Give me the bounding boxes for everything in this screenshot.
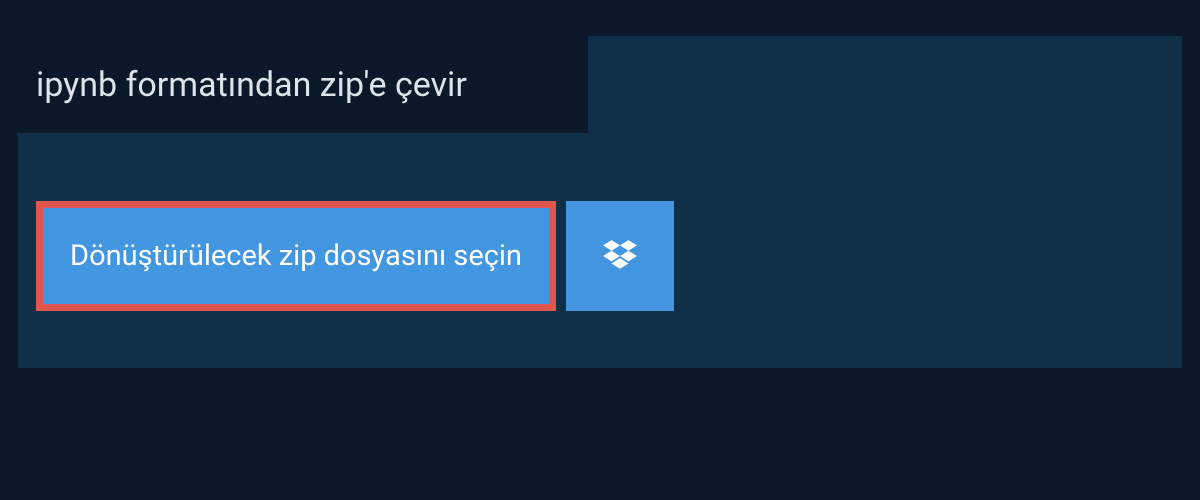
dropbox-icon (603, 240, 637, 272)
converter-panel: ipynb formatından zip'e çevir Dönüştürül… (18, 36, 1182, 368)
select-file-button[interactable]: Dönüştürülecek zip dosyasını seçin (36, 201, 556, 311)
dropbox-button[interactable] (566, 201, 674, 311)
title-bar: ipynb formatından zip'e çevir (18, 36, 588, 133)
page-title: ipynb formatından zip'e çevir (36, 65, 467, 105)
button-row: Dönüştürülecek zip dosyasını seçin (36, 201, 674, 311)
select-file-button-label: Dönüştürülecek zip dosyasını seçin (70, 239, 522, 273)
